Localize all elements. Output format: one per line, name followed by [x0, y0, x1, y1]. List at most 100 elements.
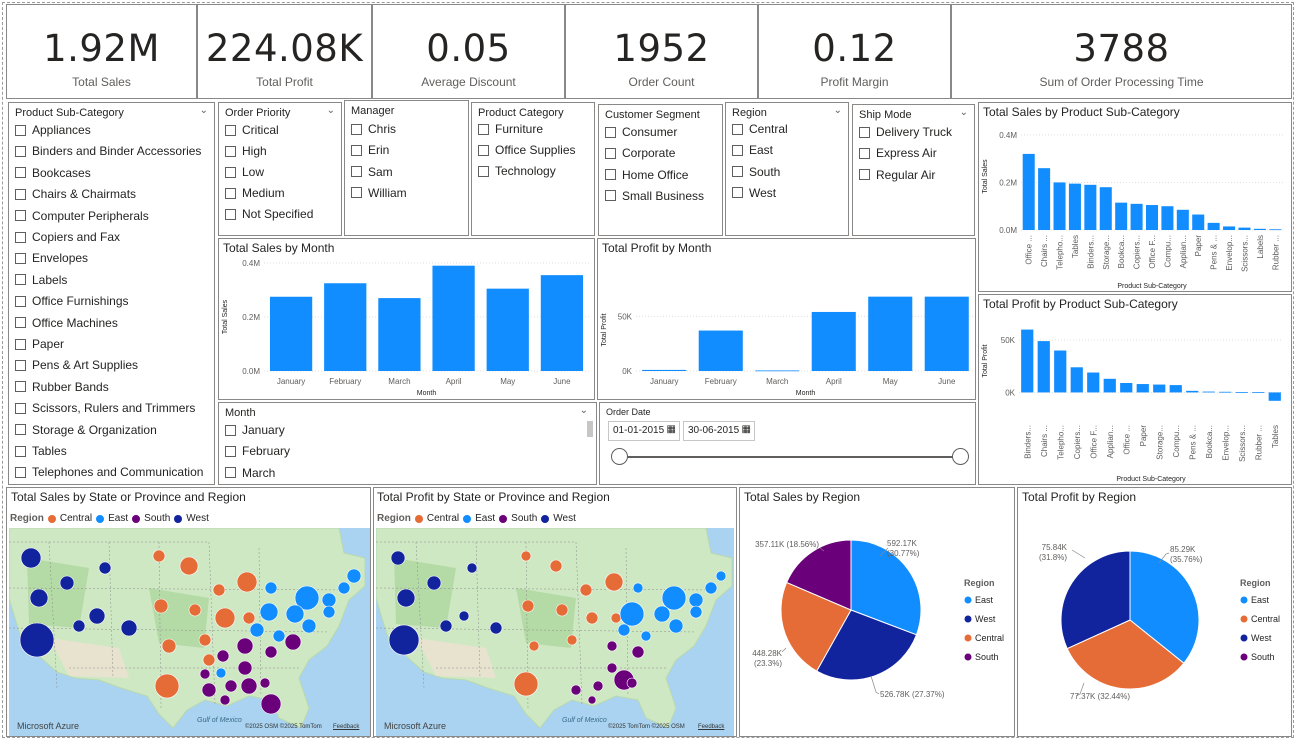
map-bubble-west[interactable] [72, 619, 86, 633]
checkbox[interactable] [859, 126, 870, 138]
map-bubble-east[interactable] [215, 667, 227, 679]
checkbox[interactable] [15, 167, 26, 179]
bar[interactable] [1192, 214, 1205, 230]
bar[interactable] [378, 298, 421, 371]
bar[interactable] [1115, 202, 1128, 230]
bar[interactable] [1223, 226, 1236, 230]
bar[interactable] [1038, 168, 1051, 230]
slicer-item-chairs-chairmats[interactable]: Chairs & Chairmats [15, 187, 136, 201]
map-bubble-central[interactable] [528, 640, 540, 652]
slicer-item-february[interactable]: February [225, 444, 290, 458]
map-bubble-central[interactable] [154, 673, 180, 699]
bar[interactable] [1202, 391, 1215, 393]
map-bubble-south[interactable] [570, 684, 582, 696]
map-bubble-east[interactable] [249, 622, 265, 638]
map-canvas[interactable] [376, 528, 734, 736]
map-bubble-central[interactable] [179, 556, 199, 576]
bar[interactable] [1099, 187, 1112, 230]
map-bubble-west[interactable] [88, 607, 106, 625]
bar[interactable] [1087, 372, 1100, 393]
slicer-item-scissors-rulers-and-trimmers[interactable]: Scissors, Rulers and Trimmers [15, 401, 195, 415]
map-bubble-west[interactable] [458, 610, 470, 622]
checkbox[interactable] [15, 402, 26, 414]
bar[interactable] [924, 296, 969, 371]
map-bubble-east[interactable] [337, 581, 351, 595]
map-bubble-central[interactable] [579, 583, 593, 597]
bar[interactable] [1219, 391, 1232, 393]
slicer-item-tables[interactable]: Tables [15, 444, 67, 458]
checkbox[interactable] [15, 359, 26, 371]
map-bubble-south[interactable] [631, 645, 645, 659]
map-bubble-east[interactable] [640, 630, 652, 642]
bar[interactable] [1253, 228, 1266, 230]
checkbox[interactable] [15, 231, 26, 243]
slicer-item-office-machines[interactable]: Office Machines [15, 316, 118, 330]
map-bubble-west[interactable] [390, 550, 406, 566]
slicer-item-labels[interactable]: Labels [15, 273, 67, 287]
map-bubble-east[interactable] [688, 592, 704, 608]
checkbox[interactable] [605, 147, 616, 159]
checkbox[interactable] [15, 317, 26, 329]
chevron-down-icon[interactable]: ⌄ [200, 105, 208, 116]
map-bubble-central[interactable] [214, 607, 236, 629]
slicer-item-corporate[interactable]: Corporate [605, 146, 675, 160]
map-bubble-central[interactable] [236, 571, 258, 593]
checkbox[interactable] [15, 295, 26, 307]
map-bubble-south[interactable] [236, 637, 254, 655]
bar[interactable] [1136, 384, 1149, 393]
map-bubble-east[interactable] [321, 592, 337, 608]
map-bubble-central[interactable] [188, 603, 202, 617]
map-bubble-south[interactable] [264, 645, 278, 659]
checkbox[interactable] [225, 467, 236, 479]
bar[interactable] [1153, 384, 1166, 393]
bar[interactable] [1103, 378, 1116, 393]
map-bubble-central[interactable] [555, 603, 569, 617]
map-bubble-south[interactable] [201, 682, 217, 698]
map-bubble-central[interactable] [520, 550, 532, 562]
map-bubble-south[interactable] [219, 694, 231, 706]
checkbox[interactable] [15, 338, 26, 350]
map-bubble-central[interactable] [566, 634, 578, 646]
map-bubble-east[interactable] [301, 618, 317, 634]
bar[interactable] [811, 311, 856, 371]
slicer-item-copiers-and-fax[interactable]: Copiers and Fax [15, 230, 120, 244]
range-start-handle[interactable] [611, 448, 628, 465]
checkbox[interactable] [732, 123, 743, 135]
checkbox[interactable] [15, 210, 26, 222]
bar[interactable] [1084, 184, 1097, 230]
map-bubble-west[interactable] [426, 575, 442, 591]
map-bubble-east[interactable] [653, 605, 671, 623]
slicer-item-not-specified[interactable]: Not Specified [225, 207, 313, 221]
map-bubble-east[interactable] [264, 581, 278, 595]
bar[interactable] [1268, 392, 1281, 401]
checkbox[interactable] [15, 124, 26, 136]
bar[interactable] [1235, 392, 1248, 393]
slicer-item-technology[interactable]: Technology [478, 164, 556, 178]
slicer-item-south[interactable]: South [732, 165, 780, 179]
checkbox[interactable] [15, 188, 26, 200]
checkbox[interactable] [859, 169, 870, 181]
calendar-icon[interactable]: ▦ [667, 424, 676, 435]
checkbox[interactable] [225, 187, 236, 199]
chevron-down-icon[interactable]: ⌄ [327, 105, 335, 116]
checkbox[interactable] [15, 445, 26, 457]
chevron-down-icon[interactable]: ⌄ [580, 405, 588, 416]
checkbox[interactable] [732, 166, 743, 178]
slicer-item-furniture[interactable]: Furniture [478, 122, 543, 136]
map-bubble-west[interactable] [98, 561, 112, 575]
map-bubble-central[interactable] [610, 612, 622, 624]
map-bubble-central[interactable] [242, 611, 256, 625]
checkbox[interactable] [225, 145, 236, 157]
slicer-item-low[interactable]: Low [225, 165, 264, 179]
map-bubble-south[interactable] [259, 677, 271, 689]
slicer-item-paper[interactable]: Paper [15, 337, 64, 351]
slicer-item-west[interactable]: West [732, 186, 776, 200]
checkbox[interactable] [351, 166, 362, 178]
map-bubble-west[interactable] [489, 621, 503, 635]
map-bubble-west[interactable] [20, 547, 42, 569]
map-bubble-central[interactable] [585, 611, 599, 625]
checkbox[interactable] [351, 187, 362, 199]
slicer-item-regular-air[interactable]: Regular Air [859, 168, 935, 182]
slicer-item-rubber-bands[interactable]: Rubber Bands [15, 380, 109, 394]
checkbox[interactable] [605, 190, 616, 202]
